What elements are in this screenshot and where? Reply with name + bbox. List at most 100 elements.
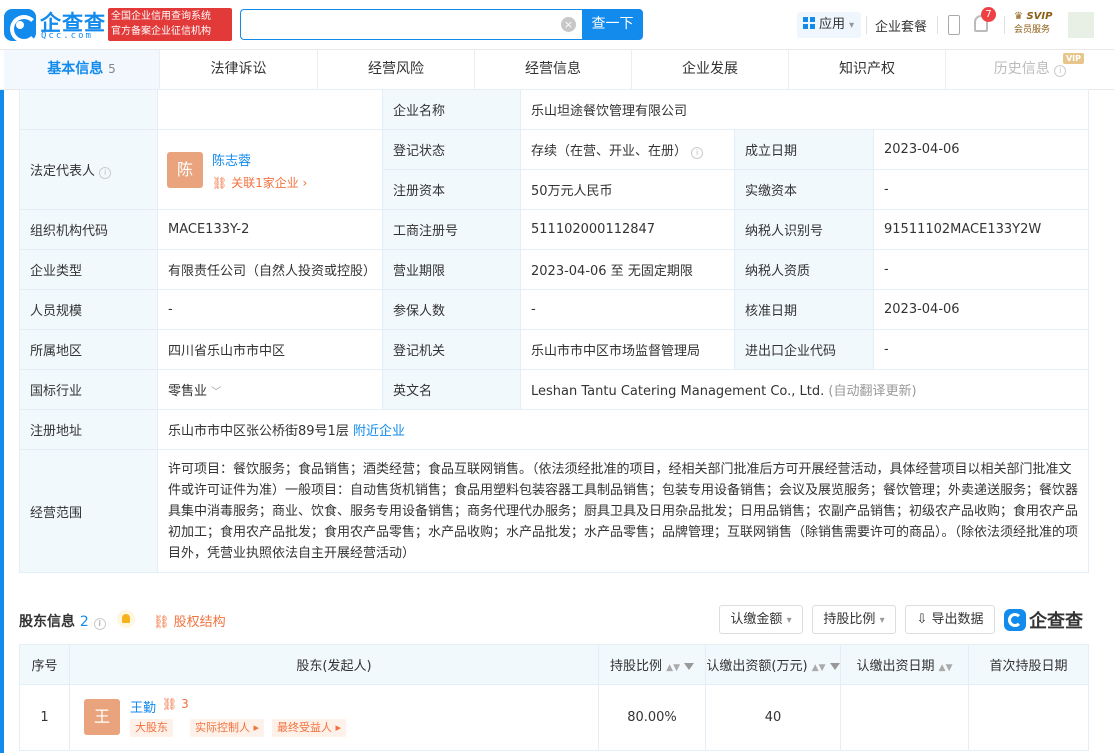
chevron-down-icon: ▾ (879, 615, 885, 626)
shareholder-cell: 王 王勤 ⛓ 3 大股东 实际控制人 ▸ 最终受益人 ▸ (69, 684, 599, 751)
founded-label: 成立日期 (734, 129, 874, 170)
tab-business-info[interactable]: 经营信息 (475, 50, 632, 89)
tab-litigation[interactable]: 法律诉讼 (160, 50, 318, 89)
official-badge: 全国企业信用查询系统 官方备案企业征信机构 (108, 8, 232, 41)
paid-capital-value: - (872, 169, 1090, 210)
info-icon[interactable]: i (691, 147, 704, 159)
shareholder-count: 2 (79, 614, 89, 630)
app-button-label: 应用 (819, 17, 846, 32)
search-button[interactable]: 查一下 (582, 9, 643, 40)
taxpayer-qual-value: - (872, 249, 1090, 290)
section-tabs: 基本信息 5 法律诉讼 经营风险 经营信息 企业发展 知识产权 历史信息 i V… (0, 50, 1114, 90)
export-data-button[interactable]: ⇩ 导出数据 (905, 605, 995, 634)
related-companies-link[interactable]: ⛓ 关联1家企业 › (212, 174, 307, 191)
amount-value: 40 (705, 684, 841, 751)
staff-size-value: - (157, 289, 383, 330)
shareholder-header: 股东信息 2 i ⛓ 股权结构 认缴金额 ▾ 持股比例 ▾ ⇩ 导出数据 企查查 (19, 605, 1088, 635)
tab-business-risk[interactable]: 经营风险 (318, 50, 475, 89)
shareholder-title: 股东信息 2 i (19, 611, 106, 631)
empty-cell (157, 89, 383, 130)
scope-value: 许可项目：餐饮服务；食品销售；酒类经营；食品互联网销售。（依法须经批准的项目，经… (156, 449, 1090, 573)
company-type-value: 有限责任公司（自然人投资或控股） (157, 249, 383, 290)
equity-structure-link[interactable]: ⛓ 股权结构 (153, 611, 226, 630)
tab-count: 5 (108, 62, 116, 76)
app-menu-button[interactable]: 应用 ▾ (797, 12, 861, 38)
biz-term-value: 2023-04-06 至 无固定期限 (520, 249, 735, 290)
industry-label: 国标行业 (19, 369, 158, 410)
filter-icon[interactable] (829, 663, 840, 670)
mobile-app-icon[interactable] (948, 15, 960, 35)
relation-icon: ⛓ (162, 697, 178, 711)
sort-amount-button[interactable]: 认缴金额 ▾ (719, 605, 803, 634)
reg-authority-value: 乐山市市中区市场监督管理局 (520, 329, 735, 370)
taxpayer-id-label: 纳税人识别号 (734, 209, 874, 250)
table-row: 1 王 王勤 ⛓ 3 大股东 实际控制人 ▸ 最终受益人 ▸ 80.00% 40 (19, 684, 1089, 751)
svip-membership[interactable]: ♛ SVIP 会员服务 (1014, 11, 1064, 39)
suite-link[interactable]: 企业套餐 (875, 16, 927, 35)
taxpayer-id-value: 91511102MACE133Y2W (872, 209, 1090, 250)
bulb-icon[interactable] (117, 610, 135, 628)
qcc-logo[interactable]: 企查查 Qcc.com (4, 8, 105, 43)
divider (937, 16, 938, 34)
related-companies-link[interactable]: ⛓ 3 (162, 697, 189, 711)
sort-icon[interactable]: ▲▼ (812, 663, 826, 673)
col-subscribe-date[interactable]: 认缴出资日期 ▲▼ (840, 644, 969, 685)
apps-grid-icon (803, 17, 815, 29)
filter-icon[interactable] (684, 663, 694, 670)
top-bar: 企查查 Qcc.com 全国企业信用查询系统 官方备案企业征信机构 × 查一下 … (0, 0, 1114, 50)
nearby-companies-link[interactable]: 附近企业 (353, 424, 405, 439)
shareholder-name-link[interactable]: 王勤 (130, 697, 156, 716)
biz-reg-no-label: 工商注册号 (382, 209, 521, 250)
shareholder-table: 序号 股东(发起人) 持股比例 ▲▼ 认缴出资额(万元) ▲▼ 认缴出资日期 ▲… (19, 644, 1089, 751)
qcc-logo-icon (1004, 609, 1026, 631)
sort-icon[interactable]: ▲▼ (666, 663, 680, 673)
taxpayer-qual-label: 纳税人资质 (734, 249, 874, 290)
reg-status-value: 存续（在营、开业、在册） i (520, 129, 735, 170)
address-label: 注册地址 (19, 409, 158, 450)
col-first-date: 首次持股日期 (968, 644, 1089, 685)
col-amount[interactable]: 认缴出资额(万元) ▲▼ (705, 644, 841, 685)
company-name-label: 企业名称 (382, 89, 521, 130)
clear-icon[interactable]: × (561, 17, 576, 32)
divider (866, 16, 867, 34)
logo-subtext: Qcc.com (41, 31, 93, 41)
industry-value[interactable]: 零售业 ﹀ (157, 369, 383, 410)
qcc-watermark-logo: 企查查 (1004, 607, 1090, 633)
company-name-value: 乐山坦途餐饮管理有限公司 (519, 89, 1090, 130)
tab-history[interactable]: 历史信息 i VIP (946, 50, 1114, 89)
insured-value: - (520, 289, 735, 330)
search-input[interactable] (241, 10, 551, 39)
region-label: 所属地区 (19, 329, 158, 370)
search-box: × (240, 9, 582, 40)
tag-actual-controller[interactable]: 实际控制人 ▸ (190, 719, 265, 737)
sort-ratio-button[interactable]: 持股比例 ▾ (812, 605, 896, 634)
tab-development[interactable]: 企业发展 (632, 50, 789, 89)
approval-date-label: 核准日期 (734, 289, 874, 330)
reg-status-label: 登记状态 (382, 129, 521, 170)
sort-icon[interactable]: ▲▼ (939, 663, 953, 673)
biz-term-label: 营业期限 (382, 249, 521, 290)
badge-line-2: 官方备案企业征信机构 (111, 26, 211, 37)
legal-rep-label: 法定代表人 i (19, 129, 158, 210)
founded-value: 2023-04-06 (872, 129, 1090, 170)
chevron-down-icon: ﹀ (211, 387, 222, 398)
col-ratio[interactable]: 持股比例 ▲▼ (598, 644, 706, 685)
avatar: 王 (84, 699, 120, 735)
import-export-value: - (872, 329, 1090, 370)
chevron-down-icon: ▾ (786, 615, 792, 626)
staff-size-label: 人员规模 (19, 289, 158, 330)
org-code-value: MACE133Y-2 (157, 209, 383, 250)
tag-ultimate-beneficiary[interactable]: 最终受益人 ▸ (272, 719, 347, 737)
insured-label: 参保人数 (382, 289, 521, 330)
info-icon: i (99, 167, 112, 179)
scope-label: 经营范围 (19, 449, 158, 573)
legal-rep-name-link[interactable]: 陈志蓉 (212, 150, 251, 169)
biz-reg-no-value: 511102000112847 (520, 209, 735, 250)
user-avatar[interactable] (1068, 12, 1094, 38)
info-icon: i (1054, 65, 1067, 77)
company-type-label: 企业类型 (19, 249, 158, 290)
tab-ip[interactable]: 知识产权 (789, 50, 946, 89)
tab-basic-info[interactable]: 基本信息 5 (4, 50, 160, 89)
info-icon[interactable]: i (93, 618, 106, 630)
legal-rep-cell: 陈 陈志蓉 ⛓ 关联1家企业 › (157, 129, 383, 210)
